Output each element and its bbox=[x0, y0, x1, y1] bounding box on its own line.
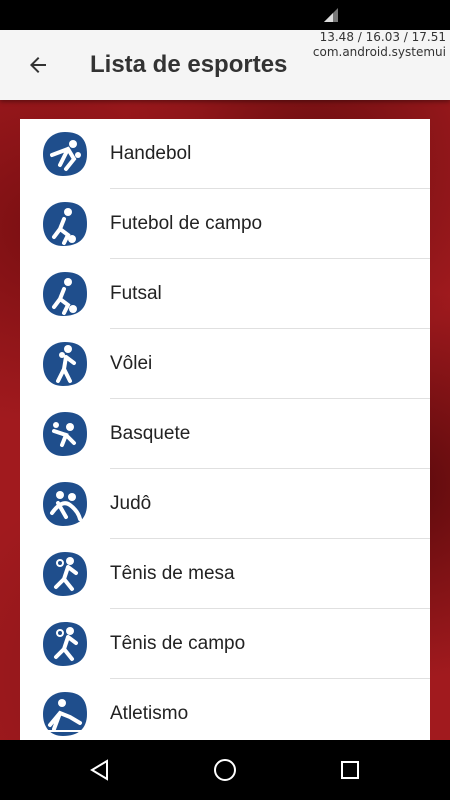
debug-package-text: com.android.systemui bbox=[312, 45, 446, 59]
futsal-icon bbox=[43, 272, 87, 316]
nav-recents-button[interactable] bbox=[330, 750, 370, 790]
nav-home-button[interactable] bbox=[205, 750, 245, 790]
sports-list: Handebol Futebol de campo Futsal Vôlei Basqu… bbox=[20, 119, 430, 740]
navigation-bar bbox=[0, 740, 450, 800]
signal-icon bbox=[324, 8, 338, 22]
sport-list-item[interactable]: Judô bbox=[20, 469, 430, 539]
football-icon bbox=[43, 202, 87, 246]
sport-list-item[interactable]: Tênis de campo bbox=[20, 609, 430, 679]
volleyball-icon bbox=[43, 342, 87, 386]
sport-list-item[interactable]: Vôlei bbox=[20, 329, 430, 399]
sport-list-item[interactable]: Atletismo bbox=[20, 679, 430, 740]
debug-timing-text: 13.48 / 16.03 / 17.51 bbox=[319, 30, 446, 44]
page-title: Lista de esportes bbox=[90, 51, 288, 78]
sport-label: Futsal bbox=[110, 283, 162, 304]
status-bar bbox=[0, 0, 450, 30]
nav-recents-icon bbox=[341, 761, 359, 779]
sport-label: Basquete bbox=[110, 423, 191, 444]
sport-list-item[interactable]: Tênis de mesa bbox=[20, 539, 430, 609]
nav-back-button[interactable] bbox=[80, 750, 120, 790]
sport-label: Tênis de mesa bbox=[110, 563, 235, 584]
sport-label: Atletismo bbox=[110, 703, 189, 724]
sport-list-item[interactable]: Futsal bbox=[20, 259, 430, 329]
sport-label: Vôlei bbox=[110, 353, 153, 374]
sport-label: Judô bbox=[110, 493, 152, 514]
sport-list-item[interactable]: Futebol de campo bbox=[20, 189, 430, 259]
basketball-icon bbox=[43, 412, 87, 456]
table-tennis-icon bbox=[43, 552, 87, 596]
nav-home-icon bbox=[214, 759, 236, 781]
sport-label: Tênis de campo bbox=[110, 633, 246, 654]
debug-overlay: 13.48 / 16.03 / 17.51 com.android.system… bbox=[313, 30, 446, 60]
sport-list-item[interactable]: Handebol bbox=[20, 119, 430, 189]
nav-back-icon bbox=[90, 759, 108, 781]
sport-label: Futebol de campo bbox=[110, 213, 263, 234]
handball-icon bbox=[43, 132, 87, 176]
back-button[interactable] bbox=[18, 47, 58, 83]
judo-icon bbox=[43, 482, 87, 526]
sport-label: Handebol bbox=[110, 143, 192, 164]
arrow-back-icon bbox=[30, 57, 46, 73]
tennis-icon bbox=[43, 622, 87, 666]
athletics-icon bbox=[43, 692, 87, 736]
sport-list-item[interactable]: Basquete bbox=[20, 399, 430, 469]
